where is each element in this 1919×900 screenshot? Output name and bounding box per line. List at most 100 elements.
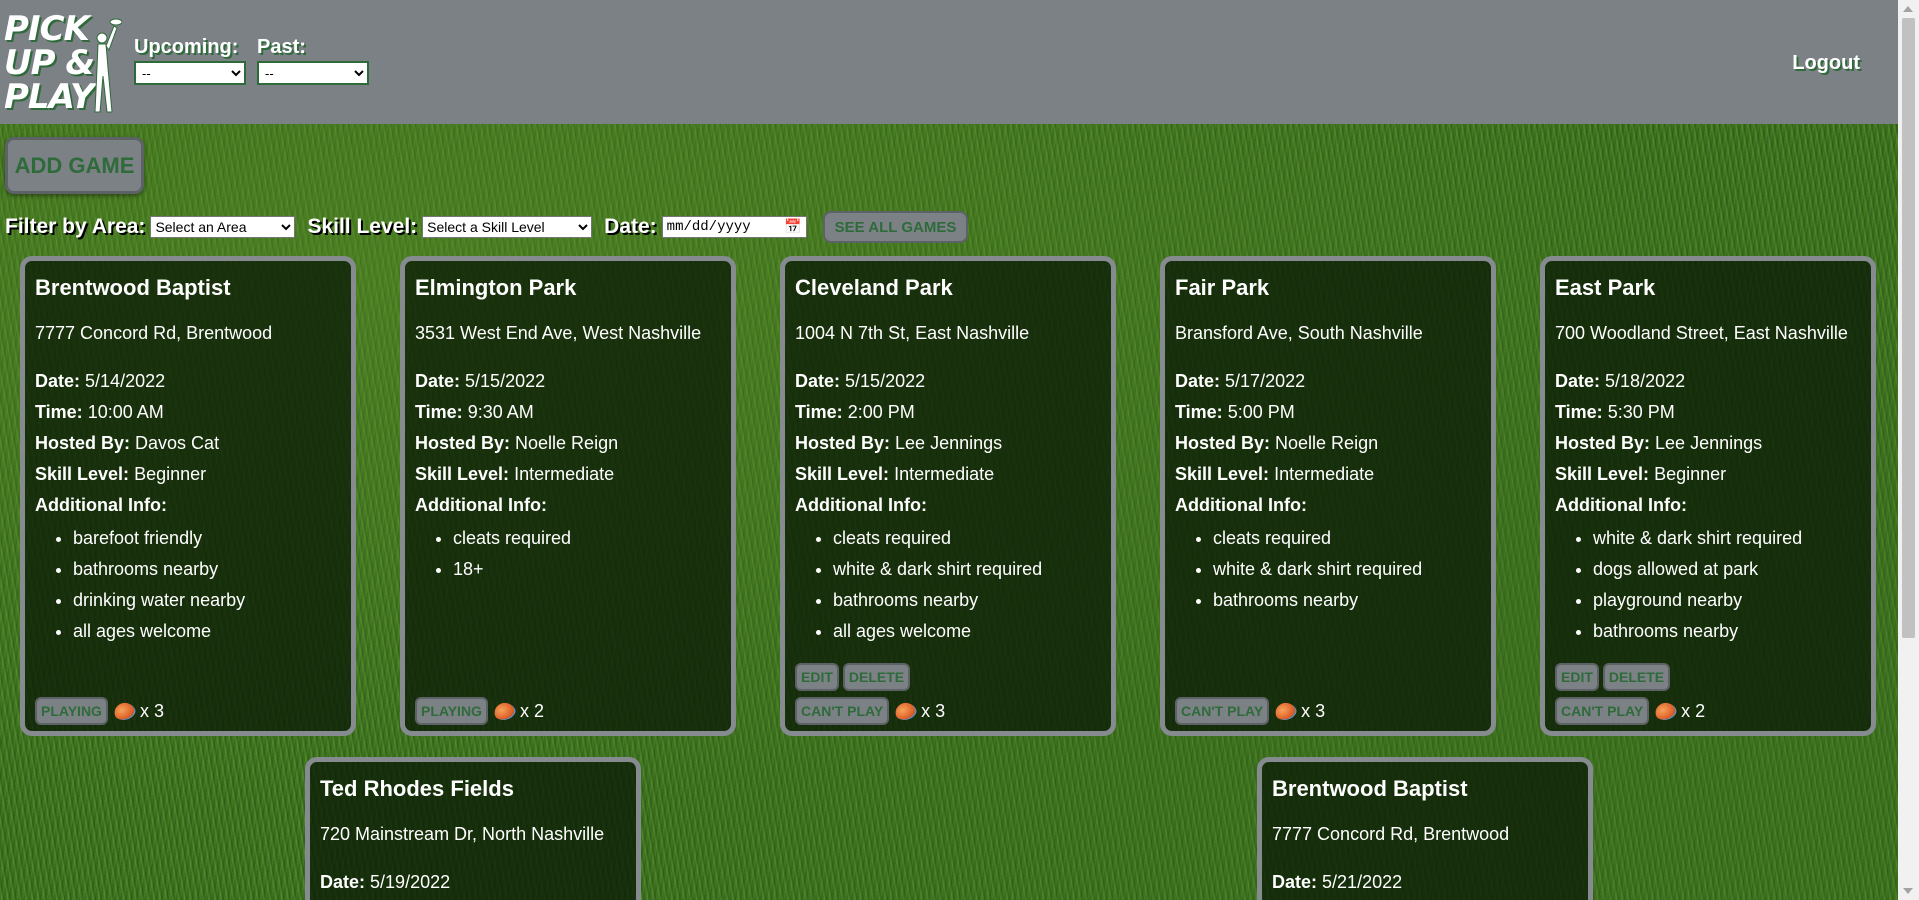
info-item: 18+ <box>453 554 731 585</box>
frisbee-icon <box>1273 700 1298 722</box>
time-row: Time: 5:30 PM <box>1555 397 1871 428</box>
time-field-label: Time: <box>1175 402 1223 422</box>
host-value: Noelle Reign <box>515 433 619 453</box>
playing-button[interactable]: PLAYING <box>35 697 108 725</box>
date-field-label: Date: <box>320 872 366 892</box>
past-label: Past: <box>257 36 306 58</box>
skill-level-label: Skill Level: <box>307 215 418 238</box>
player-count: x 3 <box>1301 700 1326 721</box>
past-select[interactable]: -- <box>257 61 369 85</box>
date-row: Date: 5/18/2022 <box>1555 366 1871 397</box>
time-row: Time: 5:00 PM <box>1175 397 1491 428</box>
game-card: Cleveland Park 1004 N 7th St, East Nashv… <box>780 256 1116 736</box>
skill-value: Beginner <box>1654 464 1727 484</box>
additional-info-label: Additional Info: <box>1555 495 1687 515</box>
filter-bar: Filter by Area: Select an Area Skill Lev… <box>5 211 969 243</box>
info-item: cleats required <box>453 523 731 554</box>
date-row: Date: 5/21/2022 <box>1272 867 1588 898</box>
game-address: Bransford Ave, South Nashville <box>1175 323 1423 343</box>
cant-play-button[interactable]: CAN'T PLAY <box>1175 697 1270 725</box>
game-title: Cleveland Park <box>795 275 953 300</box>
page-scrollbar[interactable] <box>1898 0 1919 900</box>
upcoming-select[interactable]: -- <box>134 61 246 85</box>
cant-play-button[interactable]: CAN'T PLAY <box>795 697 890 725</box>
add-game-button[interactable]: ADD GAME <box>5 137 144 194</box>
past-nav: Past: -- <box>257 36 369 85</box>
skill-field-label: Skill Level: <box>415 464 510 484</box>
playing-button[interactable]: PLAYING <box>415 697 488 725</box>
skill-row: Skill Level: Intermediate <box>1175 459 1491 490</box>
host-field-label: Hosted By: <box>35 433 131 453</box>
info-item: barefoot friendly <box>73 523 351 554</box>
upcoming-label: Upcoming: <box>134 36 239 58</box>
game-address: 7777 Concord Rd, Brentwood <box>35 323 273 343</box>
time-value: 10:00 AM <box>87 402 164 422</box>
skill-level-select[interactable]: Select a Skill Level <box>422 216 593 238</box>
skill-row: Skill Level: Intermediate <box>795 459 1111 490</box>
skill-value: Intermediate <box>514 464 615 484</box>
date-value: 5/14/2022 <box>85 371 166 391</box>
info-item: dogs allowed at park <box>1593 554 1871 585</box>
scroll-up-icon[interactable] <box>1903 6 1913 12</box>
host-value: Lee Jennings <box>1655 433 1763 453</box>
additional-info-label: Additional Info: <box>35 495 167 515</box>
player-count: x 2 <box>1681 700 1706 721</box>
date-field-label: Date: <box>35 371 81 391</box>
date-value: 5/21/2022 <box>1322 872 1403 892</box>
frisbee-icon <box>1653 700 1678 722</box>
info-item: drinking water nearby <box>73 585 351 616</box>
date-row: Date: 5/15/2022 <box>415 366 731 397</box>
edit-button[interactable]: EDIT <box>795 663 839 691</box>
host-row: Hosted By: Davos Cat <box>35 428 351 459</box>
top-header: PICK UP & PLAY Upcoming: -- Past: -- Logou… <box>0 0 1898 124</box>
game-address: 700 Woodland Street, East Nashville <box>1555 323 1848 343</box>
see-all-games-button[interactable]: SEE ALL GAMES <box>822 211 969 243</box>
info-item: white & dark shirt required <box>1593 523 1871 554</box>
edit-button[interactable]: EDIT <box>1555 663 1599 691</box>
player-count: x 3 <box>139 700 164 721</box>
game-title: Fair Park <box>1175 275 1270 300</box>
info-item: all ages welcome <box>833 616 1111 647</box>
frisbee-icon <box>111 700 137 722</box>
host-field-label: Hosted By: <box>795 433 891 453</box>
skill-row: Skill Level: Intermediate <box>415 459 731 490</box>
additional-info-label: Additional Info: <box>795 495 927 515</box>
game-card: Elmington Park 3531 West End Ave, West N… <box>400 256 736 736</box>
delete-button[interactable]: DELETE <box>1602 663 1671 691</box>
scroll-down-icon[interactable] <box>1903 888 1913 894</box>
skill-field-label: Skill Level: <box>1555 464 1650 484</box>
time-value: 9:30 AM <box>467 402 534 422</box>
frisbee-icon <box>893 700 918 722</box>
date-row: Date: 5/14/2022 <box>35 366 351 397</box>
card-actions: PLAYING x 2 <box>415 697 544 725</box>
pick-up-and-play-logo[interactable]: PICK UP & PLAY <box>0 8 122 118</box>
host-value: Lee Jennings <box>895 433 1003 453</box>
info-item: cleats required <box>833 523 1111 554</box>
host-row: Hosted By: Noelle Reign <box>1175 428 1491 459</box>
skill-field-label: Skill Level: <box>795 464 890 484</box>
card-actions: CAN'T PLAY x 3 <box>795 697 945 725</box>
date-placeholder: mm/dd/yyyy <box>666 219 751 235</box>
delete-button[interactable]: DELETE <box>842 663 911 691</box>
filter-area-label: Filter by Area: <box>5 215 146 238</box>
card-actions: PLAYING x 3 <box>35 697 164 725</box>
owner-actions: EDIT DELETE <box>795 663 914 691</box>
game-address: 3531 West End Ave, West Nashville <box>415 323 702 343</box>
upcoming-nav: Upcoming: -- <box>134 36 246 85</box>
scrollbar-thumb[interactable] <box>1902 18 1915 638</box>
info-list: cleats required white & dark shirt requi… <box>795 523 1111 647</box>
info-list: cleats required 18+ <box>415 523 731 585</box>
card-actions: CAN'T PLAY x 2 <box>1555 697 1705 725</box>
logout-link[interactable]: Logout <box>1792 52 1860 75</box>
date-value: 5/19/2022 <box>370 872 451 892</box>
cant-play-button[interactable]: CAN'T PLAY <box>1555 697 1650 725</box>
info-item: bathrooms nearby <box>833 585 1111 616</box>
calendar-icon[interactable]: 📅 <box>784 219 801 236</box>
time-row: Time: 10:00 AM <box>35 397 351 428</box>
date-field-label: Date: <box>415 371 461 391</box>
game-card: Ted Rhodes Fields 720 Mainstream Dr, Nor… <box>305 757 641 900</box>
date-field-label: Date: <box>1555 371 1601 391</box>
host-value: Davos Cat <box>135 433 220 453</box>
date-input[interactable]: mm/dd/yyyy 📅 <box>661 216 807 238</box>
area-select[interactable]: Select an Area <box>150 216 296 238</box>
